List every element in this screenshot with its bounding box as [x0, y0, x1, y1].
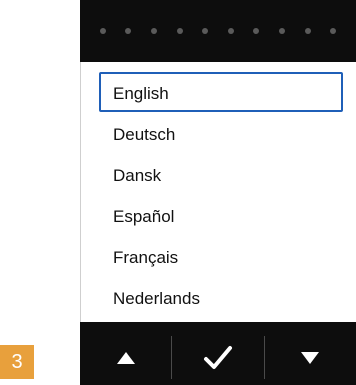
language-option-francais[interactable]: Français: [99, 236, 343, 276]
language-option-deutsch[interactable]: Deutsch: [99, 113, 343, 153]
down-arrow-icon: [301, 351, 320, 364]
scroll-up-button[interactable]: [80, 330, 171, 385]
indicator-dot: [125, 28, 132, 34]
indicator-dot: [227, 28, 234, 34]
indicator-dot: [304, 28, 311, 34]
language-option-english[interactable]: English: [99, 72, 343, 112]
confirm-button[interactable]: [172, 330, 263, 385]
up-arrow-icon: [116, 351, 135, 364]
device-frame: English Deutsch Dansk Español Français N…: [80, 0, 356, 385]
language-screen: English Deutsch Dansk Español Français N…: [80, 62, 356, 322]
indicator-dot: [253, 28, 260, 34]
navigation-toolbar: [80, 330, 356, 385]
language-option-nederlands[interactable]: Nederlands: [99, 277, 343, 317]
indicator-dot: [202, 28, 209, 34]
scroll-down-button[interactable]: [265, 330, 356, 385]
indicator-dot: [150, 28, 157, 34]
indicator-dot: [99, 28, 106, 34]
language-option-dansk[interactable]: Dansk: [99, 154, 343, 194]
top-indicator-dots: [80, 0, 356, 62]
language-list: English Deutsch Dansk Español Français N…: [99, 72, 343, 318]
indicator-dot: [330, 28, 337, 34]
checkmark-icon: [203, 345, 232, 369]
indicator-dot: [278, 28, 285, 34]
language-option-espanol[interactable]: Español: [99, 195, 343, 235]
step-number-badge: 3: [0, 345, 34, 379]
indicator-dot: [176, 28, 183, 34]
